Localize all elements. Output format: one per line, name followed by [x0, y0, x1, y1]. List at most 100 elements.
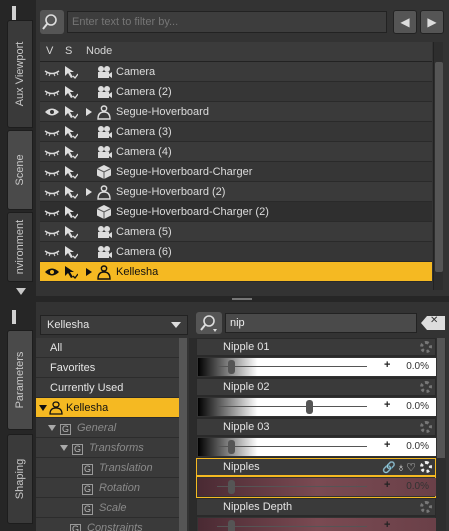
panel-menu-icon-2[interactable]: [12, 310, 30, 324]
group-constraints[interactable]: G Constraints: [36, 518, 179, 531]
scene-row[interactable]: Camera (4): [40, 142, 432, 162]
group-general[interactable]: G General: [36, 418, 179, 438]
selectable-pointer-icon[interactable]: [64, 165, 78, 179]
col-node[interactable]: Node: [86, 45, 112, 57]
slider-title[interactable]: Nipple 03: [196, 418, 436, 436]
selectable-pointer-icon[interactable]: [64, 225, 78, 239]
eye-closed-icon[interactable]: [44, 166, 60, 178]
gear-icon[interactable]: [420, 501, 432, 513]
scene-row[interactable]: Camera (6): [40, 242, 432, 262]
expand-arrow-icon[interactable]: [86, 188, 92, 196]
property-slider[interactable]: Nipple 01 +0.0%: [196, 338, 436, 378]
property-search-button[interactable]: [196, 312, 222, 334]
slider-knob[interactable]: [228, 480, 235, 494]
slider-title[interactable]: Nipples 🔗♁♡: [196, 458, 436, 476]
col-visible[interactable]: V: [46, 45, 53, 57]
slider-title[interactable]: Nipples Depth: [196, 498, 436, 516]
group-kellesha[interactable]: Kellesha: [36, 398, 179, 418]
expand-arrow-icon[interactable]: [86, 268, 92, 276]
scene-row[interactable]: Camera: [40, 62, 432, 82]
scene-scrollbar[interactable]: [433, 42, 443, 290]
eye-open-icon[interactable]: [44, 266, 60, 278]
tab-aux-viewport[interactable]: Aux Viewport: [7, 20, 33, 128]
scene-row[interactable]: Kellesha: [40, 262, 432, 282]
property-slider[interactable]: Nipples Depth +: [196, 498, 436, 531]
scene-scrollbar-thumb[interactable]: [435, 62, 443, 272]
slider-track[interactable]: +0.0%: [196, 476, 436, 498]
col-selectable[interactable]: S: [65, 45, 72, 57]
group-translation[interactable]: G Translation: [36, 458, 179, 478]
scene-row[interactable]: Segue-Hoverboard-Charger (2): [40, 202, 432, 222]
eye-closed-icon[interactable]: [44, 146, 60, 158]
scene-row[interactable]: Camera (2): [40, 82, 432, 102]
plus-icon[interactable]: +: [384, 399, 390, 411]
slider-value[interactable]: 0.0%: [406, 481, 429, 492]
eye-open-icon[interactable]: [44, 106, 60, 118]
expand-icon[interactable]: [60, 445, 68, 451]
eye-closed-icon[interactable]: [44, 206, 60, 218]
selectable-pointer-icon[interactable]: [64, 125, 78, 139]
group-list-scrollbar-thumb[interactable]: [179, 338, 187, 531]
expand-icon[interactable]: [48, 425, 56, 431]
eye-closed-icon[interactable]: [44, 186, 60, 198]
collapse-arrow-icon[interactable]: [16, 288, 26, 295]
scene-row[interactable]: Segue-Hoverboard: [40, 102, 432, 122]
scene-row[interactable]: Camera (3): [40, 122, 432, 142]
prev-button[interactable]: ◀: [393, 10, 417, 34]
selectable-pointer-icon[interactable]: [64, 185, 78, 199]
group-rotation[interactable]: G Rotation: [36, 478, 179, 498]
expand-arrow-icon[interactable]: [86, 108, 92, 116]
plus-icon[interactable]: +: [384, 479, 390, 491]
selectable-pointer-icon[interactable]: [64, 65, 78, 79]
selectable-pointer-icon[interactable]: [64, 105, 78, 119]
next-button[interactable]: ▶: [420, 10, 444, 34]
tab-shaping[interactable]: Shaping: [7, 434, 33, 524]
params-splitter[interactable]: [189, 338, 196, 531]
slider-scrollbar[interactable]: [436, 338, 446, 531]
selectable-pointer-icon[interactable]: [64, 85, 78, 99]
eye-closed-icon[interactable]: [44, 246, 60, 258]
group-all[interactable]: All: [36, 338, 179, 358]
slider-title[interactable]: Nipple 02: [196, 378, 436, 396]
slider-title[interactable]: Nipple 01: [196, 338, 436, 356]
slider-track[interactable]: +0.0%: [196, 396, 436, 418]
slider-track[interactable]: +: [196, 516, 436, 531]
tab-environment[interactable]: nvironment: [7, 212, 33, 282]
group-currently-used[interactable]: Currently Used: [36, 378, 179, 398]
gear-icon[interactable]: [420, 381, 432, 393]
slider-value[interactable]: 0.0%: [406, 441, 429, 452]
selectable-pointer-icon[interactable]: [64, 205, 78, 219]
eye-closed-icon[interactable]: [44, 126, 60, 138]
slider-value[interactable]: 0.0%: [406, 401, 429, 412]
slider-knob[interactable]: [306, 400, 313, 414]
slider-knob[interactable]: [228, 360, 235, 374]
plus-icon[interactable]: +: [384, 439, 390, 451]
gear-icon[interactable]: [420, 421, 432, 433]
property-slider[interactable]: Nipples 🔗♁♡ +0.0%: [196, 458, 436, 498]
clear-search-button[interactable]: [421, 316, 445, 330]
scene-row[interactable]: Segue-Hoverboard (2): [40, 182, 432, 202]
selectable-pointer-icon[interactable]: [64, 145, 78, 159]
gear-icon[interactable]: [420, 341, 432, 353]
tab-parameters[interactable]: Parameters: [7, 330, 33, 430]
selectable-pointer-icon[interactable]: [64, 245, 78, 259]
eye-closed-icon[interactable]: [44, 66, 60, 78]
scene-filter-input[interactable]: [67, 11, 387, 33]
link-icons[interactable]: 🔗♁♡: [382, 460, 417, 476]
plus-icon[interactable]: +: [384, 359, 390, 371]
selectable-pointer-icon[interactable]: [64, 265, 78, 279]
expand-icon[interactable]: [39, 405, 47, 411]
group-scale[interactable]: G Scale: [36, 498, 179, 518]
gear-icon[interactable]: [420, 461, 432, 473]
eye-closed-icon[interactable]: [44, 86, 60, 98]
slider-scrollbar-thumb[interactable]: [437, 338, 445, 458]
node-selector[interactable]: Kellesha: [40, 315, 188, 335]
property-search-input[interactable]: [225, 313, 417, 333]
scene-row[interactable]: Segue-Hoverboard-Charger: [40, 162, 432, 182]
panel-menu-icon[interactable]: [12, 6, 30, 20]
property-slider[interactable]: Nipple 02 +0.0%: [196, 378, 436, 418]
slider-value[interactable]: 0.0%: [406, 361, 429, 372]
eye-closed-icon[interactable]: [44, 226, 60, 238]
slider-track[interactable]: +0.0%: [196, 436, 436, 458]
slider-track[interactable]: +0.0%: [196, 356, 436, 378]
